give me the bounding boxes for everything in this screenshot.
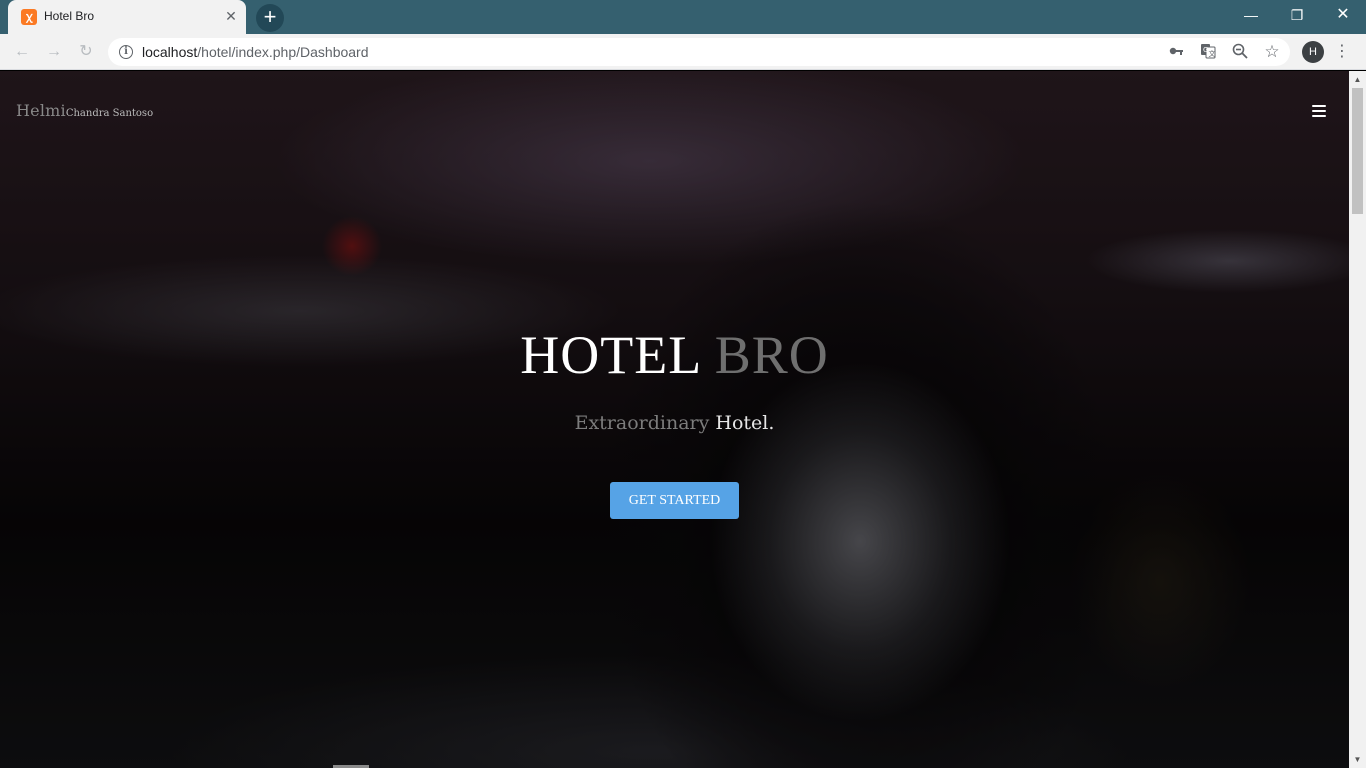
restore-button[interactable]: ❐ [1274, 0, 1320, 30]
back-icon[interactable]: ← [10, 40, 34, 64]
brand-first-name: Helmi [16, 101, 66, 120]
address-bar[interactable]: i localhost/hotel/index.php/Dashboard G文… [108, 38, 1290, 66]
url-path: /hotel/index.php/Dashboard [197, 44, 369, 60]
info-icon[interactable]: i [119, 45, 133, 59]
vertical-scrollbar[interactable]: ▲ ▼ [1349, 71, 1366, 768]
url-host: localhost [142, 44, 198, 60]
translate-icon[interactable]: G文 [1199, 43, 1217, 61]
hero-subtitle-light: Extraordinary [574, 412, 710, 434]
page-viewport: HelmiChandra Santoso HOTEL BRO Extraordi… [0, 71, 1349, 768]
url-text[interactable]: localhost/hotel/index.php/Dashboard [142, 44, 369, 60]
hero-title-main: HOTEL [520, 325, 701, 385]
browser-tab[interactable]: ꭓ Hotel Bro ✕ [8, 0, 246, 34]
close-tab-icon[interactable]: ✕ [223, 8, 239, 24]
tab-strip: ꭓ Hotel Bro ✕ + — ❐ ✕ [0, 0, 1366, 34]
close-window-button[interactable]: ✕ [1320, 0, 1366, 30]
minimize-button[interactable]: — [1228, 0, 1274, 30]
brand-last-name: Chandra Santoso [65, 108, 154, 119]
reload-icon[interactable]: ↻ [74, 40, 98, 64]
scroll-up-arrow-icon[interactable]: ▲ [1349, 71, 1366, 88]
browser-menu-icon[interactable]: ⋮ [1334, 40, 1350, 64]
get-started-button[interactable]: GET STARTED [610, 482, 739, 519]
star-icon[interactable]: ☆ [1263, 43, 1281, 61]
forward-icon[interactable]: → [42, 40, 66, 64]
tab-title: Hotel Bro [44, 9, 95, 23]
hero-subtitle: Extraordinary Hotel. [0, 412, 1349, 434]
profile-avatar[interactable]: H [1302, 41, 1324, 63]
scroll-thumb[interactable] [1352, 88, 1363, 214]
site-logo[interactable]: HelmiChandra Santoso [16, 101, 153, 120]
browser-toolbar: ← → ↻ i localhost/hotel/index.php/Dashbo… [0, 34, 1366, 70]
zoom-out-icon[interactable] [1231, 43, 1249, 61]
hero-title-accent: BRO [714, 325, 829, 385]
hero-subtitle-strong: Hotel. [715, 412, 775, 434]
svg-text:文: 文 [1209, 49, 1216, 58]
scroll-down-arrow-icon[interactable]: ▼ [1349, 751, 1366, 768]
hero-title: HOTEL BRO [0, 324, 1349, 386]
menu-toggle-icon[interactable] [1312, 105, 1326, 117]
new-tab-button[interactable]: + [256, 4, 284, 32]
xampp-icon: ꭓ [21, 9, 37, 25]
key-icon[interactable] [1167, 43, 1185, 61]
